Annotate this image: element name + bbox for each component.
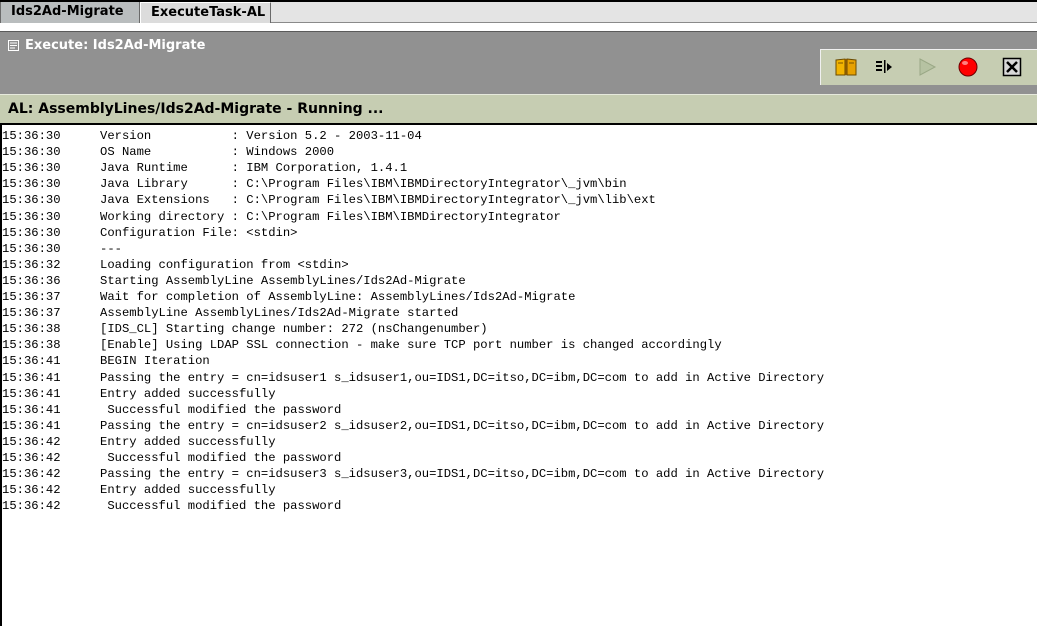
log-timestamp: 15:36:42 (2, 467, 61, 482)
log-timestamp: 15:36:32 (2, 257, 61, 272)
log-message: Java Extensions : C:\Program Files\IBM\I… (100, 193, 656, 208)
log-timestamp: 15:36:30 (2, 177, 61, 192)
log-message: Starting AssemblyLine AssemblyLines/Ids2… (100, 273, 466, 288)
log-timestamp: 15:36:41 (2, 386, 61, 401)
log-message: [Enable] Using LDAP SSL connection - mak… (100, 338, 722, 353)
tab-executetask-al[interactable]: ExecuteTask-AL (140, 2, 271, 23)
log-message: --- (100, 241, 122, 256)
log-message: Wait for completion of AssemblyLine: Ass… (100, 290, 576, 304)
log-message: Entry added successfully (100, 386, 276, 401)
document-icon (8, 40, 19, 51)
log-timestamp: 15:36:30 (2, 241, 61, 256)
log-message: Successful modified the password (100, 499, 342, 514)
execute-header: Execute: Ids2Ad-Migrate (0, 31, 1037, 94)
log-message: Successful modified the password (100, 451, 342, 465)
log-message: Entry added successfully (100, 434, 276, 449)
log-timestamp: 15:36:30 (2, 161, 61, 176)
tab-strip: Ids2Ad-Migrate ExecuteTask-AL (0, 0, 1037, 31)
app-window: Ids2Ad-Migrate ExecuteTask-AL Execute: I… (0, 0, 1037, 626)
log-message: Loading configuration from <stdin> (100, 257, 349, 272)
log-message: BEGIN Iteration (100, 354, 210, 369)
log-timestamp: 15:36:42 (2, 483, 61, 498)
book-icon[interactable] (835, 56, 857, 78)
log-message: AssemblyLine AssemblyLines/Ids2Ad-Migrat… (100, 306, 459, 321)
log-timestamp: 15:36:38 (2, 322, 61, 337)
log-message: Configuration File: <stdin> (100, 225, 298, 240)
tab-ids2ad-migrate[interactable]: Ids2Ad-Migrate (0, 2, 140, 23)
log-message: Version : Version 5.2 - 2003-11-04 (100, 129, 422, 143)
step-icon[interactable] (874, 56, 896, 78)
log-timestamp: 15:36:41 (2, 402, 61, 417)
stop-icon[interactable] (957, 56, 979, 78)
execute-title-text: Execute: Ids2Ad-Migrate (25, 38, 206, 53)
log-message: [IDS_CL] Starting change number: 272 (ns… (100, 322, 488, 337)
run-icon[interactable] (916, 56, 938, 78)
log-timestamp: 15:36:30 (2, 209, 61, 224)
log-timestamp: 15:36:37 (2, 290, 61, 304)
log-timestamp: 15:36:42 (2, 499, 61, 514)
close-icon[interactable] (1001, 56, 1023, 78)
log-timestamp: 15:36:41 (2, 354, 61, 369)
log-message: Successful modified the password (100, 402, 342, 417)
log-timestamp: 15:36:42 (2, 434, 61, 449)
log-timestamp: 15:36:30 (2, 193, 61, 208)
tab-strip-filler (271, 2, 1037, 23)
log-timestamp: 15:36:41 (2, 418, 61, 433)
log-timestamp: 15:36:30 (2, 129, 61, 143)
log-timestamp: 15:36:38 (2, 338, 61, 353)
log-timestamp: 15:36:42 (2, 451, 61, 465)
log-timestamp: 15:36:41 (2, 370, 61, 385)
log-message: Passing the entry = cn=idsuser1 s_idsuse… (100, 370, 825, 385)
log-message: Passing the entry = cn=idsuser2 s_idsuse… (100, 418, 825, 433)
log-message: Passing the entry = cn=idsuser3 s_idsuse… (100, 467, 825, 482)
log-timestamp: 15:36:37 (2, 306, 61, 321)
log-message: Java Runtime : IBM Corporation, 1.4.1 (100, 161, 408, 176)
log-output[interactable]: 15:36:30 Version : Version 5.2 - 2003-11-… (0, 125, 1037, 626)
log-message: OS Name : Windows 2000 (100, 145, 335, 160)
assemblyline-status-bar: AL: AssemblyLines/Ids2Ad-Migrate - Runni… (0, 94, 1037, 125)
assemblyline-status-text: AL: AssemblyLines/Ids2Ad-Migrate - Runni… (8, 101, 384, 117)
log-message: Entry added successfully (100, 483, 276, 498)
log-message: Working directory : C:\Program Files\IBM… (100, 209, 561, 224)
run-toolbar (820, 49, 1037, 85)
tab-bar: Ids2Ad-Migrate ExecuteTask-AL (0, 2, 1037, 23)
log-timestamp: 15:36:36 (2, 273, 61, 288)
execute-title: Execute: Ids2Ad-Migrate (8, 38, 205, 53)
log-timestamp: 15:36:30 (2, 145, 61, 160)
log-timestamp: 15:36:30 (2, 225, 61, 240)
log-message: Java Library : C:\Program Files\IBM\IBMD… (100, 177, 627, 192)
